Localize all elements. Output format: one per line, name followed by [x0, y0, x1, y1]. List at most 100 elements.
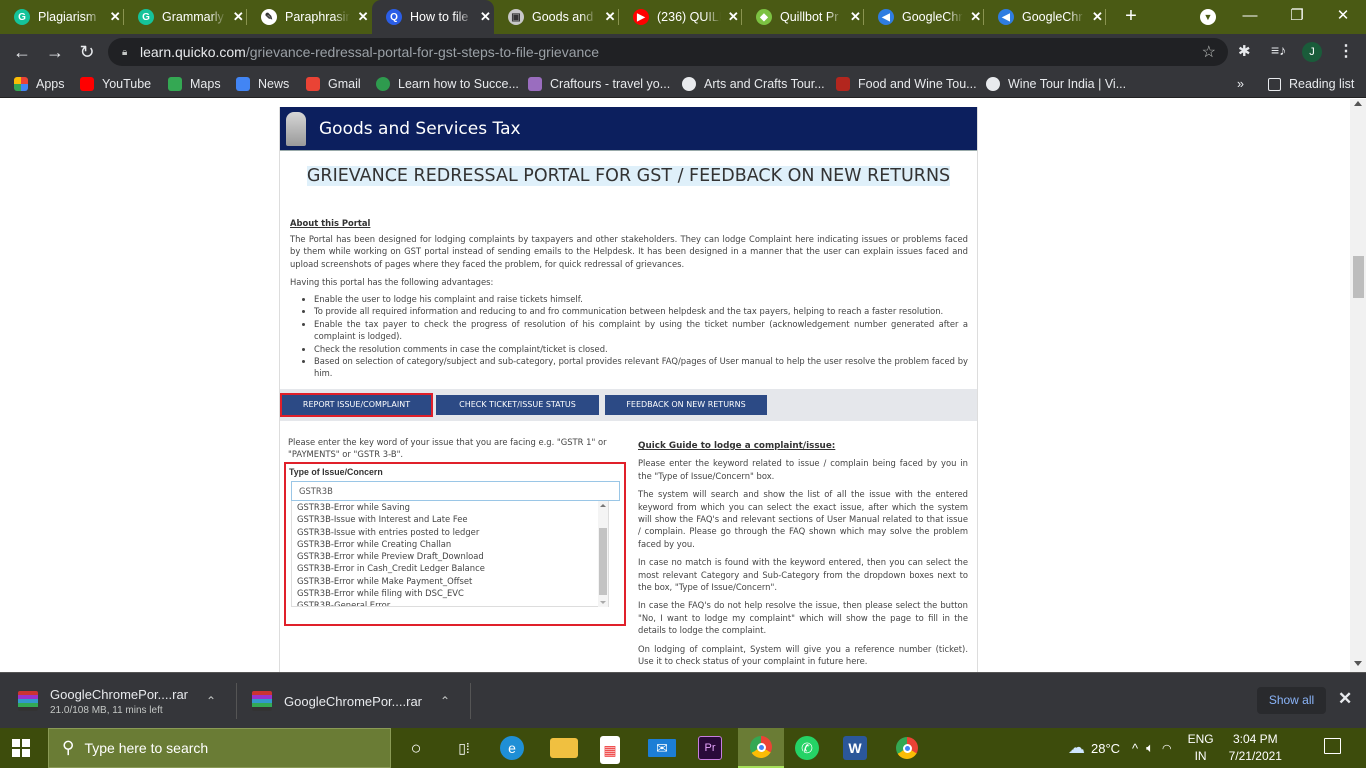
bookmark-item[interactable]: Apps [14, 75, 65, 93]
reading-list-label: Reading list [1289, 77, 1355, 91]
browser-tab[interactable]: ◆ Quillbot Pr ✕ [742, 0, 864, 34]
microsoft-store-icon[interactable]: ▦ [600, 736, 620, 764]
restore-button[interactable]: ❐ [1282, 5, 1312, 27]
guide-paragraph: In case no match is found with the keywo… [638, 557, 968, 593]
show-hidden-icons-chevron[interactable]: ^ [1132, 741, 1138, 756]
bookmark-item[interactable]: YouTube [80, 75, 151, 93]
issue-option[interactable]: GSTR3B-Error while Creating Challan [292, 538, 608, 550]
browser-tab[interactable]: ✎ Paraphrasing✕ [247, 0, 372, 34]
tab-search-icon[interactable]: ▼ [1200, 9, 1216, 25]
whatsapp-icon[interactable]: ✆ [795, 736, 819, 760]
close-tab-icon[interactable]: ✕ [477, 9, 494, 25]
bookmark-item[interactable]: Wine Tour India | Vi... [986, 75, 1126, 93]
taskbar-search-box[interactable]: ⚲ Type here to search [48, 728, 391, 768]
apps-grid-icon [14, 77, 28, 91]
premiere-pro-icon[interactable]: Pr [698, 736, 722, 760]
clock[interactable]: 3:04 PM 7/21/2021 [1229, 731, 1282, 765]
extensions-puzzle-icon[interactable]: ✱ [1238, 42, 1251, 60]
scroll-down-arrow-icon[interactable] [1354, 661, 1362, 666]
bookmark-item[interactable]: Craftours - travel yo... [528, 75, 670, 93]
scroll-up-arrow-icon[interactable] [1354, 101, 1362, 106]
download-item[interactable]: GoogleChromePor....rar ⌃ [252, 673, 462, 729]
weather-temp[interactable]: 28°C [1091, 741, 1120, 756]
edge-icon[interactable]: e [500, 736, 524, 760]
scroll-up-arrow-icon[interactable] [600, 504, 606, 507]
bookmark-star-icon[interactable]: ☆ [1202, 42, 1216, 62]
close-tab-icon[interactable]: ✕ [106, 9, 124, 25]
language-indicator[interactable]: ENG IN [1188, 731, 1214, 765]
check-ticket-status-button[interactable]: CHECK TICKET/ISSUE STATUS [436, 395, 599, 415]
bookmark-item[interactable]: News [236, 75, 289, 93]
profile-avatar[interactable]: J [1302, 42, 1322, 62]
close-tab-icon[interactable]: ✕ [847, 9, 864, 25]
close-window-button[interactable]: ✕ [1328, 5, 1358, 27]
issue-list-scrollbar[interactable] [598, 501, 608, 607]
advantage-item: Check the resolution comments in case th… [314, 343, 968, 355]
mail-icon[interactable]: ✉ [648, 739, 676, 757]
volume-icon[interactable]: 🔈︎ [1146, 740, 1154, 756]
close-tab-icon[interactable]: ✕ [967, 9, 984, 25]
bookmark-item[interactable]: Arts and Crafts Tour... [682, 75, 825, 93]
browser-tab[interactable]: G Grammarly ✕ [124, 0, 247, 34]
back-icon[interactable]: ← [10, 41, 34, 63]
chevron-up-icon[interactable]: ⌃ [440, 694, 450, 708]
browser-tab[interactable]: ◀ GoogleChr ✕ [984, 0, 1106, 34]
scroll-thumb[interactable] [599, 528, 607, 595]
issue-option[interactable]: GSTR3B-Error while filing with DSC_EVC [292, 587, 608, 599]
minimize-button[interactable]: — [1235, 5, 1265, 27]
media-control-icon[interactable]: ≡♪ [1271, 42, 1286, 58]
close-tab-icon[interactable]: ✕ [1089, 9, 1106, 25]
kebab-menu-icon[interactable]: ⋮ [1338, 41, 1354, 61]
issue-option[interactable]: GSTR3B-Error while Make Payment_Offset [292, 575, 608, 587]
report-issue-button[interactable]: REPORT ISSUE/COMPLAINT [280, 393, 433, 417]
word-icon[interactable]: W [843, 736, 867, 760]
bookmark-item[interactable]: Maps [168, 75, 221, 93]
cortana-icon[interactable]: ○ [402, 734, 430, 762]
browser-tab[interactable]: ▣ Goods and ✕ [494, 0, 619, 34]
browser-tab[interactable]: ▶ (236) QUILL ✕ [619, 0, 742, 34]
bookmark-item[interactable]: Learn how to Succe... [376, 75, 519, 93]
guide-paragraph: On lodging of complaint, System will giv… [638, 643, 968, 667]
chrome-taskbar-active[interactable] [738, 728, 784, 768]
bookmark-label: Learn how to Succe... [398, 77, 519, 91]
address-bar[interactable]: 🔒︎ learn.quicko.com/grievance-redressal-… [108, 38, 1228, 66]
feedback-new-returns-button[interactable]: FEEDBACK ON NEW RETURNS [605, 395, 767, 415]
show-all-downloads-button[interactable]: Show all [1257, 687, 1326, 714]
windows-start-icon[interactable] [12, 739, 30, 757]
bookmark-item[interactable]: Gmail [306, 75, 361, 93]
close-tab-icon[interactable]: ✕ [601, 9, 619, 25]
close-tab-icon[interactable]: ✕ [354, 9, 372, 25]
reading-list-button[interactable]: Reading list [1268, 75, 1354, 93]
issue-option[interactable]: GSTR3B-Issue with entries posted to ledg… [292, 526, 608, 538]
chevron-up-icon[interactable]: ⌃ [206, 694, 216, 708]
close-downloads-icon[interactable]: ✕ [1338, 689, 1352, 709]
lang-bottom: IN [1194, 749, 1207, 763]
chrome-second-icon[interactable] [893, 734, 921, 762]
wifi-icon[interactable]: ◠ [1162, 742, 1172, 755]
issue-option[interactable]: GSTR3B-Issue with Interest and Late Fee [292, 513, 608, 525]
browser-tab[interactable]: Q How to file ✕ [372, 0, 494, 34]
file-explorer-icon[interactable] [550, 738, 578, 758]
browser-tab[interactable]: ◀ GoogleChr ✕ [864, 0, 984, 34]
action-center-icon[interactable] [1324, 738, 1341, 754]
issue-option[interactable]: GSTR3B-Error in Cash_Credit Ledger Balan… [292, 562, 608, 574]
browser-tab[interactable]: G Plagiarism ✕ [0, 0, 124, 34]
page-scroll-thumb[interactable] [1353, 256, 1364, 298]
new-tab-button[interactable]: + [1120, 5, 1142, 27]
weather-cloud-icon[interactable]: ☁ [1068, 738, 1085, 758]
more-bookmarks-button[interactable]: » [1237, 75, 1244, 93]
issue-option[interactable]: GSTR3B-Error while Saving [292, 501, 608, 513]
clock-time: 3:04 PM [1232, 732, 1278, 746]
page-scrollbar[interactable] [1350, 99, 1366, 672]
task-view-icon[interactable]: ▯⁞ [450, 734, 478, 762]
download-item[interactable]: GoogleChromePor....rar 21.0/108 MB, 11 m… [18, 673, 228, 729]
issue-option[interactable]: GSTR3B-General Error [292, 599, 608, 606]
issue-option[interactable]: GSTR3B-Error while Preview Draft_Downloa… [292, 550, 608, 562]
reload-icon[interactable]: ↻ [75, 41, 99, 63]
close-tab-icon[interactable]: ✕ [230, 9, 247, 25]
close-tab-icon[interactable]: ✕ [725, 9, 742, 25]
bookmark-item[interactable]: Food and Wine Tou... [836, 75, 977, 93]
forward-icon[interactable]: → [43, 41, 67, 63]
scroll-down-arrow-icon[interactable] [600, 601, 606, 604]
issue-type-input[interactable]: GSTR3B [291, 481, 620, 501]
